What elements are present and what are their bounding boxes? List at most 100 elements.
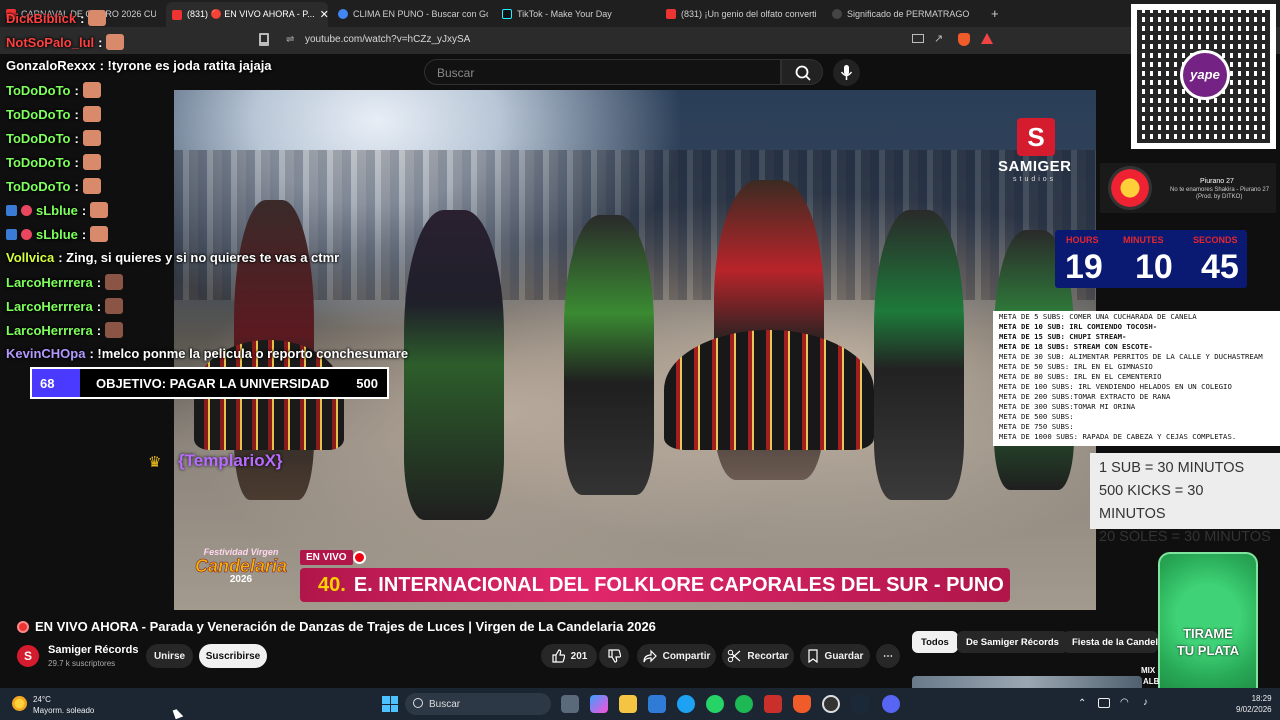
recommended-thumbnail[interactable] bbox=[912, 676, 1142, 688]
tray-app-icon[interactable] bbox=[1098, 698, 1110, 708]
sun-weather-icon[interactable] bbox=[12, 696, 27, 711]
join-button[interactable]: Unirse bbox=[146, 644, 193, 668]
file-explorer-icon[interactable] bbox=[619, 695, 637, 713]
spotify-icon[interactable] bbox=[735, 695, 753, 713]
like-count: 201 bbox=[570, 650, 588, 662]
crown-icon: ♛ bbox=[148, 454, 162, 471]
chat-text: : !melco ponme la pelicula o reporto con… bbox=[89, 346, 409, 361]
chat-username: Vollvica bbox=[6, 250, 55, 265]
chat-message: LarcoHerrrera: bbox=[6, 298, 124, 314]
subscribe-button[interactable]: Suscribirse bbox=[199, 644, 267, 668]
page-favicon-icon bbox=[832, 9, 842, 19]
chat-text: : bbox=[81, 226, 87, 242]
wifi-icon[interactable]: ◠ bbox=[1120, 697, 1129, 708]
task-view-icon[interactable] bbox=[561, 695, 579, 713]
channel-avatar[interactable]: S bbox=[17, 645, 39, 667]
album-art-icon bbox=[1108, 166, 1152, 210]
sub-goal-line: META DE 100 SUBS: IRL VENDIENDO HELADOS … bbox=[999, 382, 1232, 391]
taskbar-search[interactable]: Buscar bbox=[405, 693, 551, 715]
thumbs-up-icon bbox=[552, 649, 565, 663]
windows-taskbar bbox=[0, 688, 1280, 720]
chat-username: GonzaloRexxx bbox=[6, 58, 96, 73]
youtube-search-input[interactable]: Buscar bbox=[424, 59, 781, 85]
live-dot-icon bbox=[353, 551, 366, 564]
discord-icon[interactable] bbox=[882, 695, 900, 713]
sub-goal-line: META DE 5 SUBS: COMER UNA CUCHARADA DE C… bbox=[999, 312, 1197, 321]
tab-label: Significado de PERMATRAGO bbox=[847, 9, 970, 19]
browser-tab[interactable]: TikTok - Make Your Day bbox=[502, 4, 652, 24]
chat-username: ToDoDoTo bbox=[6, 178, 71, 194]
cast-icon[interactable] bbox=[912, 34, 924, 43]
more-actions-button[interactable]: ⋯ bbox=[876, 644, 900, 668]
dancer-figure bbox=[564, 215, 654, 495]
channel-name[interactable]: Samiger Récords bbox=[48, 644, 138, 656]
tray-chevron-icon[interactable]: ⌃ bbox=[1078, 698, 1086, 709]
start-button[interactable] bbox=[382, 696, 398, 712]
chat-emote-icon bbox=[106, 34, 125, 50]
chat-message: sLblue: bbox=[6, 202, 109, 218]
chip-todos[interactable]: Todos bbox=[912, 631, 958, 653]
browser-tab[interactable]: CLIMA EN PUNO - Buscar con Googl... bbox=[338, 4, 488, 24]
copilot-icon[interactable] bbox=[590, 695, 608, 713]
address-bar bbox=[0, 27, 1280, 54]
steam-icon[interactable] bbox=[851, 695, 869, 713]
chip-channel[interactable]: De Samiger Récords bbox=[957, 631, 1068, 653]
chat-text: : bbox=[81, 202, 87, 218]
chat-message: NotSoPalo_lul: bbox=[6, 34, 125, 50]
chat-text: : bbox=[96, 274, 102, 290]
tab-label: (831) 🔴 EN VIVO AHORA - P... bbox=[187, 9, 315, 19]
rate-line: 500 KICKS = 30 MINUTOS bbox=[1099, 483, 1204, 522]
bookmark-save-icon bbox=[807, 649, 818, 663]
new-tab-icon[interactable]: + bbox=[991, 6, 999, 21]
chat-emote-icon bbox=[82, 130, 101, 146]
browser-tab[interactable]: (831) ¡Un genio del olfato convertido... bbox=[666, 4, 816, 24]
bookmark-icon[interactable] bbox=[259, 33, 269, 46]
search-icon bbox=[795, 65, 811, 81]
share-button[interactable]: Compartir bbox=[637, 644, 716, 668]
edge-icon[interactable] bbox=[677, 695, 695, 713]
chat-message: ToDoDoTo: bbox=[6, 154, 101, 170]
chat-username: DickBiblick bbox=[6, 10, 77, 26]
youtube-favicon-icon bbox=[172, 9, 182, 20]
youtube-search-button[interactable] bbox=[781, 59, 823, 85]
chat-message: LarcoHerrrera: bbox=[6, 322, 124, 338]
alert-username: {TemplarioX} bbox=[178, 451, 283, 470]
chat-username: ToDoDoTo bbox=[6, 154, 71, 170]
voice-search-button[interactable] bbox=[833, 59, 860, 86]
url-field[interactable]: youtube.com/watch?v=hCZz_yJxySA bbox=[305, 34, 470, 45]
close-tab-icon[interactable]: ✕ bbox=[320, 8, 328, 21]
browser-tab-active[interactable]: (831) 🔴 EN VIVO AHORA - P... ✕ bbox=[166, 2, 328, 27]
obs-icon[interactable] bbox=[822, 695, 840, 713]
brave-shield-icon[interactable] bbox=[958, 33, 970, 46]
banner-text: E. INTERNACIONAL DEL FOLKLORE CAPORALES … bbox=[353, 573, 1004, 596]
weather-temp: 24°C bbox=[33, 695, 51, 704]
brave-rewards-icon[interactable] bbox=[981, 33, 993, 44]
weather-widget[interactable]: 24°C Mayorm. soleado bbox=[33, 694, 94, 716]
chat-text: : bbox=[74, 106, 79, 122]
chat-text: : bbox=[74, 178, 79, 194]
samiger-studios-text: studios bbox=[1013, 176, 1057, 183]
chip-candelaria[interactable]: Fiesta de la Candelaria bbox=[1063, 631, 1158, 653]
chat-username: NotSoPalo_lul bbox=[6, 34, 95, 50]
clip-button[interactable]: Recortar bbox=[722, 644, 794, 668]
google-favicon-icon bbox=[338, 9, 348, 19]
dislike-button[interactable] bbox=[599, 644, 629, 668]
like-button[interactable]: 201 bbox=[541, 644, 597, 668]
save-button[interactable]: Guardar bbox=[800, 644, 870, 668]
app-red-icon[interactable] bbox=[764, 695, 782, 713]
ms-store-icon[interactable] bbox=[648, 695, 666, 713]
taskbar-clock[interactable]: 18:29 9/02/2026 bbox=[1236, 693, 1272, 715]
yape-brand-text: yape bbox=[1190, 67, 1220, 82]
chat-badge-icon bbox=[6, 204, 17, 216]
site-info-icon[interactable]: ⇌ bbox=[286, 34, 294, 45]
lower-third-banner: 40. E. INTERNACIONAL DEL FOLKLORE CAPORA… bbox=[300, 568, 1010, 602]
chat-message: KevinCHOpa: !melco ponme la pelicula o r… bbox=[6, 346, 408, 361]
microphone-tray-icon[interactable]: ♪ bbox=[1143, 697, 1148, 708]
chat-text: : bbox=[80, 10, 85, 26]
chat-text: : bbox=[74, 82, 79, 98]
browser-tab[interactable]: Significado de PERMATRAGO bbox=[832, 4, 982, 24]
whatsapp-icon[interactable] bbox=[706, 695, 724, 713]
brave-browser-icon[interactable] bbox=[793, 695, 811, 713]
goal-current: 68 bbox=[32, 369, 80, 397]
share-icon[interactable]: ↗ bbox=[934, 32, 943, 45]
